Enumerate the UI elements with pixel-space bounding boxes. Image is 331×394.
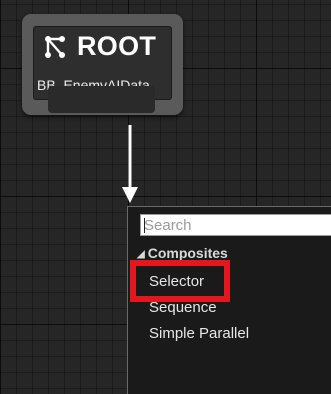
category-label: Composites — [147, 245, 228, 261]
root-branch-icon — [45, 36, 65, 58]
category-composites[interactable]: ◢ Composites — [137, 245, 228, 261]
search-input[interactable] — [141, 215, 331, 235]
root-node[interactable]: ROOT BB_EnemyAIData — [22, 14, 183, 115]
menu-item-simple-parallel[interactable]: Simple Parallel — [149, 325, 249, 342]
search-field[interactable] — [140, 214, 331, 236]
text-caret — [144, 218, 145, 233]
arrow-down-icon — [122, 125, 138, 203]
selector-highlight-box — [130, 260, 230, 302]
root-output-pin[interactable] — [48, 86, 155, 113]
expand-triangle-icon[interactable]: ◢ — [137, 249, 145, 260]
root-node-title: ROOT — [77, 31, 157, 61]
